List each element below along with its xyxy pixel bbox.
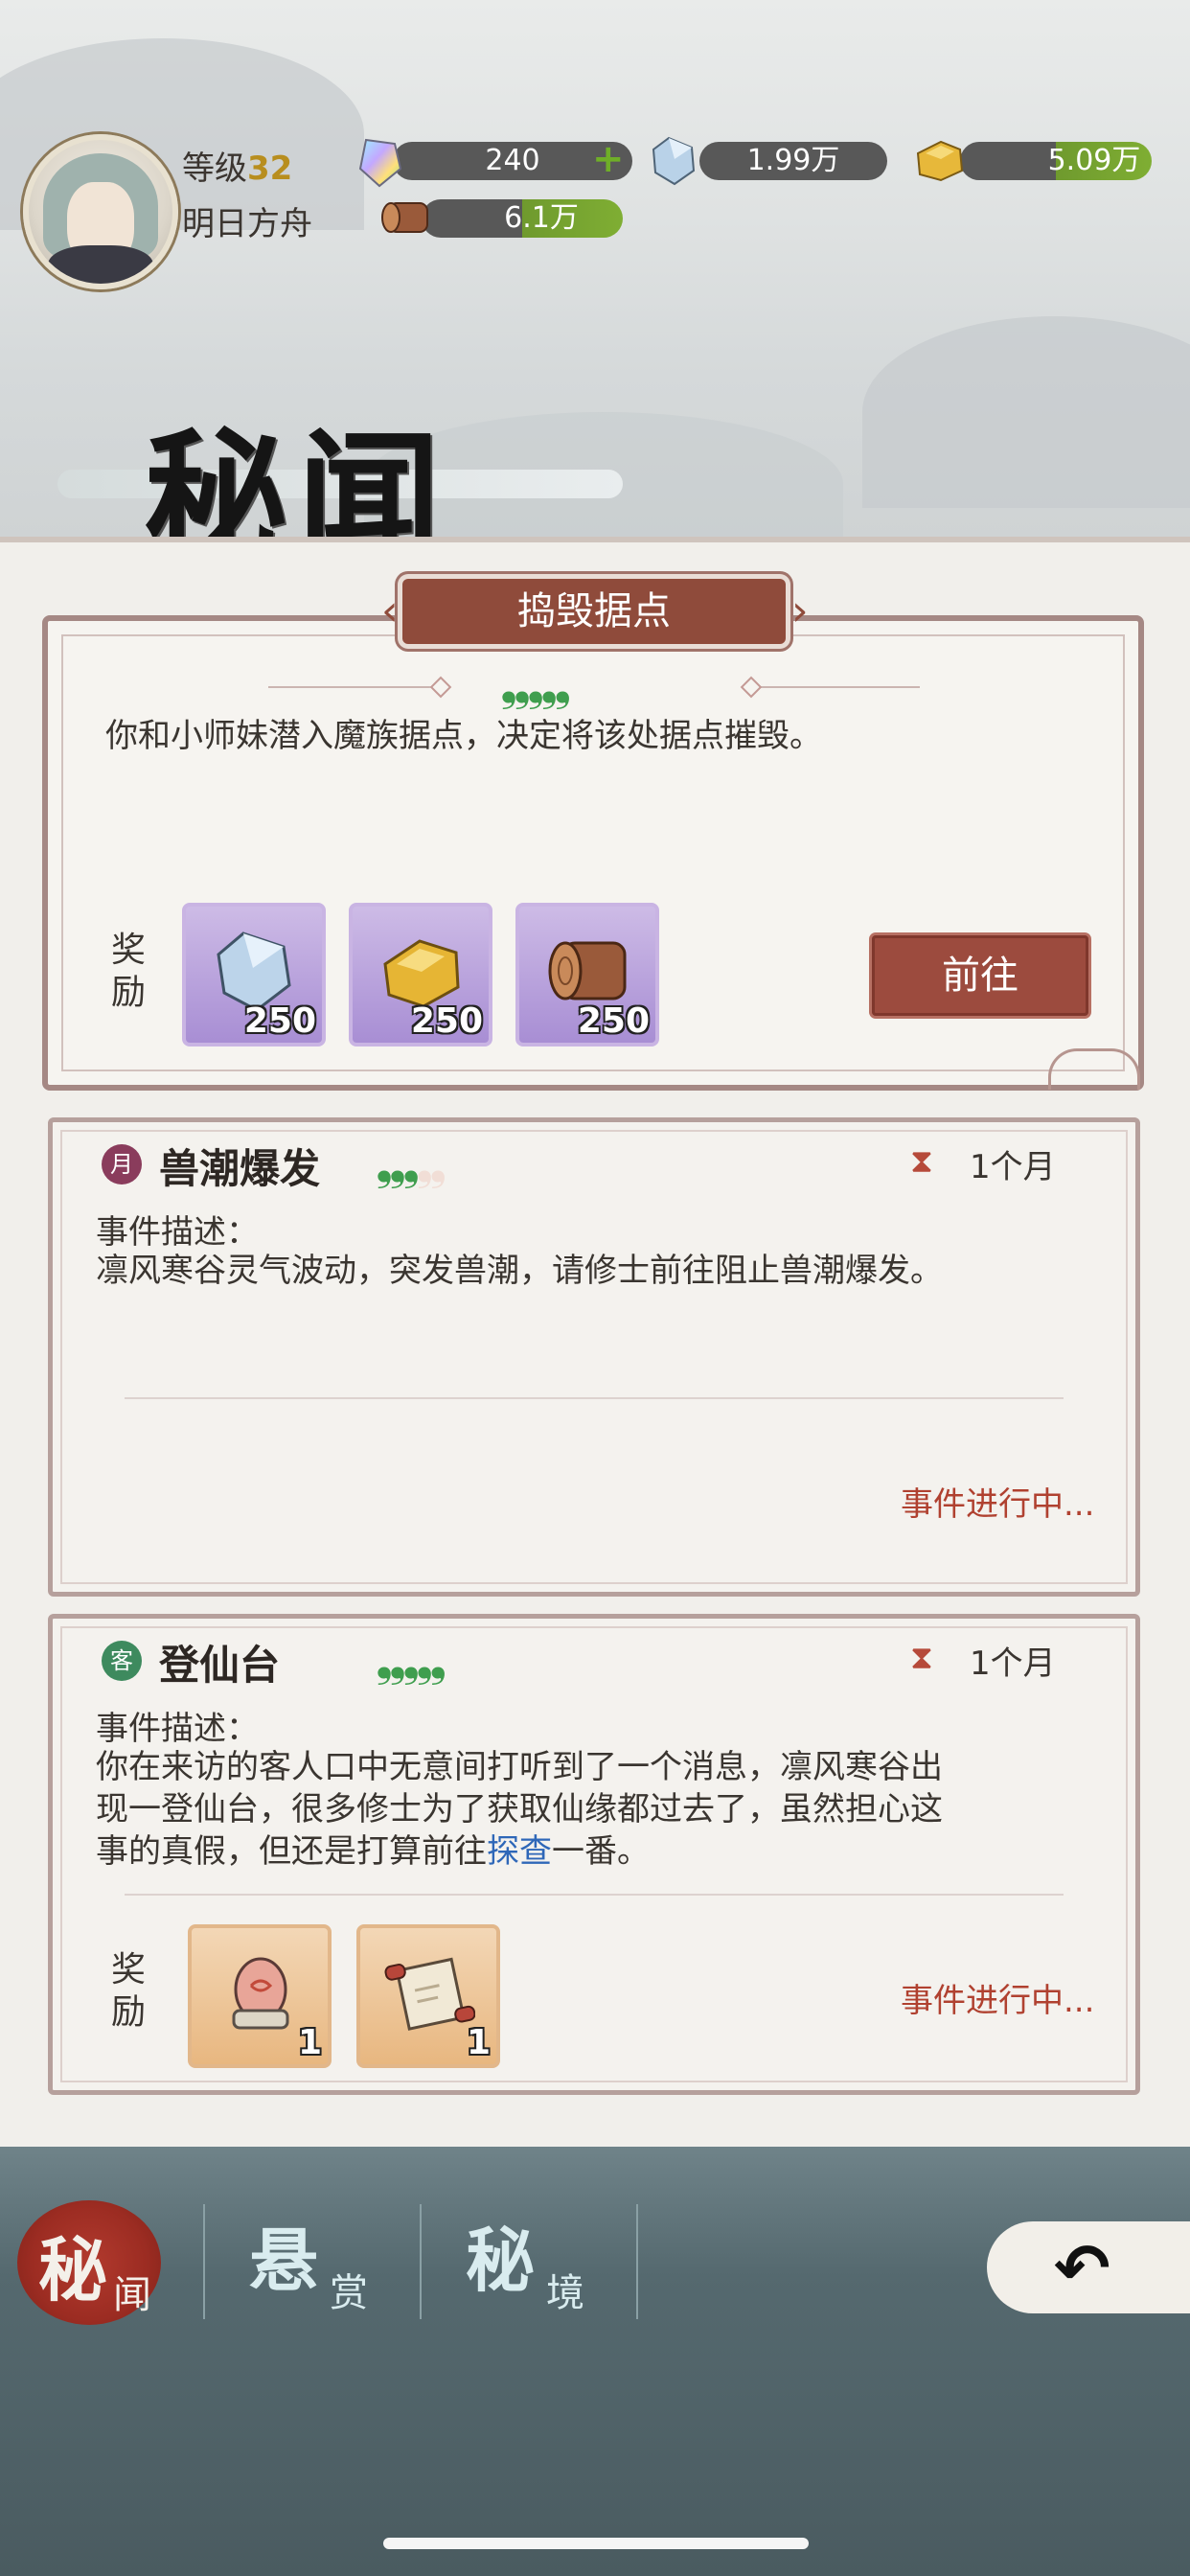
reward-label-line: 奖 xyxy=(111,1950,147,1990)
difficulty-icon: ❟ xyxy=(429,1635,446,1687)
spirit-egg-icon xyxy=(232,1957,289,2030)
difficulty-icon: ❟ xyxy=(416,1635,433,1687)
resource-bar-gold: 5.09万 xyxy=(960,142,1152,180)
difficulty-icon: ❟ xyxy=(402,1138,420,1190)
difficulty-rating: ❟❟❟❟❟ xyxy=(500,659,571,711)
difficulty-icon: ❟ xyxy=(514,659,531,711)
description-text: 一番。 xyxy=(552,1832,650,1871)
difficulty-icon: ❟ xyxy=(500,659,517,711)
difficulty-icon: ❟ xyxy=(402,1635,420,1687)
cloud-ornament xyxy=(1048,1048,1140,1090)
divider-line xyxy=(125,1397,1064,1399)
chevron-right-icon: › xyxy=(791,586,809,635)
difficulty-icon: ❟ xyxy=(376,1138,393,1190)
divider-line xyxy=(268,686,431,688)
tab-label-big: 秘 xyxy=(466,2220,536,2301)
event-badge: 客 xyxy=(102,1641,142,1681)
scroll-icon xyxy=(384,1957,475,2031)
reward-label-line: 励 xyxy=(111,973,147,1012)
event-description-label: 事件描述： xyxy=(96,1213,259,1252)
reward-item[interactable]: 250 xyxy=(515,903,659,1046)
featured-event-description: 你和小师妹潜入魔族据点，决定将该处据点摧毁。 xyxy=(105,717,822,755)
reward-item[interactable]: 1 xyxy=(188,1924,332,2068)
player-name: 明日方舟 xyxy=(182,205,312,243)
difficulty-icon: ❟ xyxy=(376,1635,393,1687)
resource-value: 1.99万 xyxy=(746,144,840,177)
reward-item[interactable]: 250 xyxy=(349,903,492,1046)
rainbow-crystal-icon xyxy=(358,138,402,188)
gold-ore-icon xyxy=(916,140,964,182)
tab-divider xyxy=(636,2204,638,2319)
difficulty-icon: ❟ xyxy=(554,659,571,711)
tab-label-small: 闻 xyxy=(113,2273,151,2317)
reward-item[interactable]: 250 xyxy=(182,903,326,1046)
reward-label: 奖 励 xyxy=(111,930,146,1014)
player-level: 等级32 xyxy=(182,142,292,189)
description-line: 现一登仙台，很多修士为了获取仙缘都过去了，虽然担心这 xyxy=(96,1790,943,1828)
level-label: 等级 xyxy=(182,150,247,188)
reward-label-line: 奖 xyxy=(111,931,147,970)
spirit-stone-icon xyxy=(652,136,696,186)
tab-label-small: 境 xyxy=(546,2271,584,2315)
event-status: 事件进行中... xyxy=(901,1982,1095,2020)
chevron-left-icon: ‹ xyxy=(381,586,399,635)
difficulty-icon: ❟ xyxy=(527,659,544,711)
difficulty-rating: ❟❟❟❟❟ xyxy=(376,1635,446,1687)
reward-qty: 1 xyxy=(297,2023,322,2062)
go-button[interactable]: 前往 xyxy=(872,935,1088,1016)
difficulty-icon: ❟ xyxy=(429,1138,446,1190)
back-arrow-icon[interactable]: ↶ xyxy=(1054,2229,1110,2308)
resource-value: 5.09万 xyxy=(1047,144,1141,177)
event-duration: 1个月 xyxy=(970,1148,1056,1186)
difficulty-icon: ❟ xyxy=(389,1138,406,1190)
reward-label: 奖 励 xyxy=(111,1949,146,2034)
reward-label-line: 励 xyxy=(111,1992,147,2032)
reward-qty: 250 xyxy=(577,1001,650,1041)
divider-line xyxy=(125,1894,1064,1896)
tab-secret-news[interactable]: 秘 闻 xyxy=(17,2195,199,2329)
difficulty-icon: ❟ xyxy=(540,659,558,711)
tab-secret-realm[interactable]: 秘 境 xyxy=(441,2195,632,2329)
tab-bounty[interactable]: 悬 赏 xyxy=(226,2195,418,2329)
explore-link[interactable]: 探查 xyxy=(487,1832,552,1871)
event-description-label: 事件描述： xyxy=(96,1710,259,1748)
description-line: 你在来访的客人口中无意间打听到了一个消息，凛风寒谷出 xyxy=(96,1748,943,1786)
resource-value: 6.1万 xyxy=(504,201,579,235)
event-badge: 月 xyxy=(102,1144,142,1184)
resource-value: 240 xyxy=(485,144,540,177)
event-description: 凛风寒谷灵气波动，突发兽潮，请修士前往阻止兽潮爆发。 xyxy=(96,1252,943,1290)
reward-qty: 1 xyxy=(466,2023,491,2062)
description-line: 事的真假，但还是打算前往探查一番。 xyxy=(96,1830,1092,1873)
reward-qty: 250 xyxy=(243,1001,316,1041)
event-duration: 1个月 xyxy=(970,1644,1056,1683)
resource-bar-stone: 1.99万 xyxy=(699,142,887,180)
hourglass-icon: ⧗ xyxy=(910,1639,933,1677)
reward-item[interactable]: 1 xyxy=(356,1924,500,2068)
avatar-body xyxy=(48,245,153,284)
difficulty-icon: ❟ xyxy=(416,1138,433,1190)
tab-label-big: 悬 xyxy=(249,2220,319,2301)
hourglass-icon: ⧗ xyxy=(910,1142,933,1181)
event-title: 登仙台 xyxy=(159,1642,281,1689)
tab-label-small: 赏 xyxy=(330,2271,368,2315)
tab-divider xyxy=(203,2204,205,2319)
description-text: 事的真假，但还是打算前往 xyxy=(96,1832,487,1871)
difficulty-icon: ❟ xyxy=(389,1635,406,1687)
tab-divider xyxy=(420,2204,422,2319)
add-crystal-button[interactable]: + xyxy=(592,140,625,178)
player-avatar[interactable] xyxy=(23,134,178,289)
event-description: 你在来访的客人口中无意间打听到了一个消息，凛风寒谷出 现一登仙台，很多修士为了获… xyxy=(96,1746,1092,1873)
event-title: 兽潮爆发 xyxy=(159,1145,321,1192)
featured-event-title: 捣毁据点 xyxy=(402,579,786,644)
resource-bar-wood: 6.1万 xyxy=(422,199,623,238)
wood-log-icon xyxy=(381,202,428,233)
divider-line xyxy=(757,686,920,688)
tab-label-big: 秘 xyxy=(38,2229,108,2311)
difficulty-rating: ❟❟❟❟❟ xyxy=(376,1138,446,1190)
home-indicator[interactable] xyxy=(383,2538,809,2549)
event-status: 事件进行中... xyxy=(901,1485,1095,1524)
reward-qty: 250 xyxy=(410,1001,483,1041)
level-value: 32 xyxy=(247,150,293,188)
